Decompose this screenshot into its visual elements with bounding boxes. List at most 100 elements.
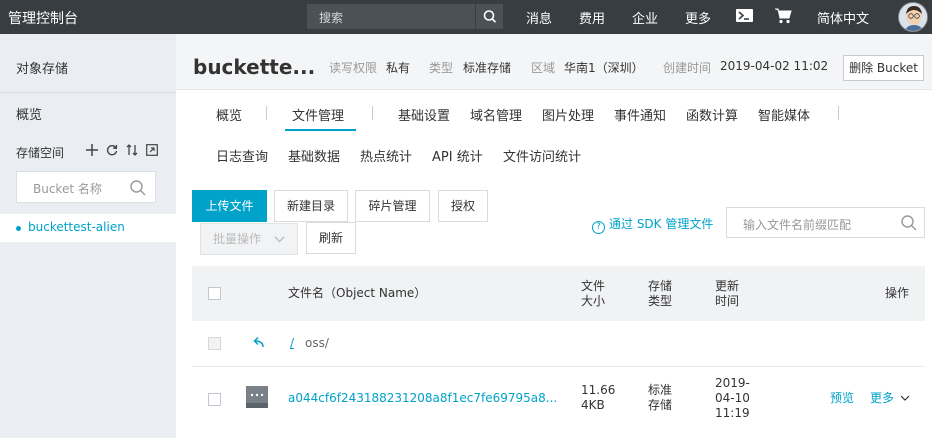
path-root-link[interactable]: / (290, 336, 294, 351)
delete-bucket-button[interactable]: 删除 Bucket (843, 55, 924, 81)
sidebar-title: 对象存储 (16, 62, 69, 77)
search-button[interactable] (475, 4, 503, 29)
nav-enterprise[interactable]: 企业 (632, 8, 658, 27)
tab-log-query[interactable]: 日志查询 (216, 146, 268, 165)
rw-label: 读写权限 (329, 61, 378, 75)
column-storage-type-line1: 存储 (648, 279, 673, 293)
tab-basic-data[interactable]: 基础数据 (288, 146, 340, 165)
sidebar-divider (0, 92, 176, 93)
file-name-link[interactable]: a044cf6f243188231208a8f1ec7fe69795a8... (288, 391, 557, 406)
storage-type-line1: 标准 (648, 383, 673, 397)
search-icon[interactable] (129, 179, 147, 197)
tab-file-access-stats[interactable]: 文件访问统计 (503, 146, 581, 165)
created-label: 创建时间 (663, 61, 712, 75)
bucket-name-label: buckettest-alien (28, 220, 125, 234)
expand-icon[interactable] (144, 142, 159, 157)
console-brand[interactable]: 管理控制台 (8, 8, 78, 28)
tab-basic-settings[interactable]: 基础设置 (398, 105, 450, 124)
new-directory-button[interactable]: 新建目录 (274, 190, 348, 222)
column-size-line1: 文件 (581, 279, 606, 293)
file-search-input[interactable]: 输入文件名前缀匹配 (743, 216, 851, 233)
column-size-line2: 大小 (581, 294, 606, 308)
nav-messages[interactable]: 消息 (526, 8, 552, 27)
tab-smart-media[interactable]: 智能媒体 (758, 105, 810, 124)
bucket-title: buckette... (193, 55, 316, 79)
fragment-management-button[interactable]: 碎片管理 (355, 190, 430, 222)
batch-operations-label: 批量操作 (213, 232, 262, 246)
upload-file-button[interactable]: 上传文件 (192, 190, 267, 222)
nav-more[interactable]: 更多 (685, 8, 711, 27)
row-checkbox[interactable] (208, 393, 221, 406)
more-actions-label: 更多 (870, 391, 895, 405)
storage-type-line2: 存储 (648, 398, 673, 412)
column-updated-line1: 更新 (715, 279, 740, 293)
updated-line1: 2019- (715, 376, 750, 390)
active-dot (16, 226, 21, 231)
refresh-icon[interactable] (104, 142, 119, 157)
help-icon: ? (592, 221, 605, 234)
updated-line3: 11:19 (715, 406, 750, 420)
bucket-tools (84, 142, 159, 157)
global-search[interactable]: 搜索 (307, 4, 503, 29)
tab-overview[interactable]: 概览 (216, 105, 242, 124)
tab-domain-management[interactable]: 域名管理 (470, 105, 522, 124)
refresh-button[interactable]: 刷新 (306, 222, 356, 254)
column-storage-type-line2: 类型 (648, 294, 673, 308)
tab-file-management[interactable]: 文件管理 (292, 105, 344, 124)
search-icon (483, 10, 497, 23)
updated-line2: 04-10 (715, 391, 750, 405)
file-prefix-search[interactable]: 输入文件名前缀匹配 (726, 207, 925, 238)
file-size-line1: 11.66 (581, 383, 616, 397)
terminal-icon[interactable] (736, 9, 754, 26)
batch-operations-dropdown[interactable]: 批量操作 (200, 223, 298, 255)
sdk-link-label: 通过 SDK 管理文件 (609, 217, 714, 231)
file-icon (246, 386, 268, 408)
back-arrow-icon[interactable] (250, 336, 265, 349)
rw-value: 私有 (386, 61, 411, 75)
current-path: oss/ (305, 336, 329, 350)
type-label: 类型 (429, 61, 454, 75)
select-all-checkbox[interactable] (208, 287, 221, 300)
bucket-search-placeholder: Bucket 名称 (33, 182, 102, 196)
authorize-button[interactable]: 授权 (438, 190, 488, 222)
more-actions-link[interactable]: 更多 (870, 391, 910, 406)
chevron-down-icon (274, 236, 285, 243)
add-bucket-icon[interactable] (84, 142, 99, 157)
top-navigation-bar: 管理控制台 搜索 消息 费用 企业 更多 简体中文 (0, 0, 932, 34)
user-avatar[interactable] (898, 2, 928, 32)
global-search-input[interactable]: 搜索 (319, 9, 343, 26)
cart-icon[interactable] (775, 8, 792, 27)
tab-divider (838, 106, 839, 120)
table-header: 文件名（Object Name） 文件 大小 存储 类型 更新 时间 操作 (192, 266, 925, 321)
bucket-search-field[interactable]: Bucket 名称 (16, 171, 156, 203)
file-size-line2: 4KB (581, 398, 605, 412)
column-updated-line2: 时间 (715, 294, 740, 308)
type-value: 标准存储 (463, 61, 512, 75)
region-value: 华南1（深圳） (564, 61, 644, 75)
bucket-header: buckette... 读写权限 私有 类型 标准存储 区域 华南1（深圳） 创… (176, 34, 932, 90)
preview-link[interactable]: 预览 (830, 391, 854, 406)
column-actions: 操作 (885, 286, 910, 300)
chevron-down-icon (900, 395, 910, 401)
sort-icon[interactable] (124, 142, 139, 157)
storage-space-label: 存储空间 (16, 146, 65, 160)
language-switch[interactable]: 简体中文 (817, 8, 869, 27)
created-value: 2019-04-02 11:02 (720, 59, 829, 73)
column-file-name: 文件名（Object Name） (288, 286, 427, 300)
sidebar-item-overview[interactable]: 概览 (16, 104, 42, 123)
tab-api-stats[interactable]: API 统计 (432, 146, 483, 165)
tab-hotspot-stats[interactable]: 热点统计 (360, 146, 412, 165)
active-tab-indicator (285, 129, 356, 131)
sidebar: 对象存储 概览 存储空间 Bucket 名称 buckettest-alien (0, 34, 176, 438)
search-icon[interactable] (900, 214, 918, 232)
row-divider (192, 366, 925, 367)
tab-function-compute[interactable]: 函数计算 (686, 105, 738, 124)
tab-event-notification[interactable]: 事件通知 (614, 105, 666, 124)
tab-divider (372, 106, 373, 120)
sdk-manage-link[interactable]: ? 通过 SDK 管理文件 (592, 215, 713, 234)
sidebar-item-bucket[interactable]: buckettest-alien (0, 214, 176, 242)
tab-divider (266, 106, 267, 120)
region-label: 区域 (531, 61, 556, 75)
tab-image-processing[interactable]: 图片处理 (542, 105, 594, 124)
nav-billing[interactable]: 费用 (579, 8, 605, 27)
